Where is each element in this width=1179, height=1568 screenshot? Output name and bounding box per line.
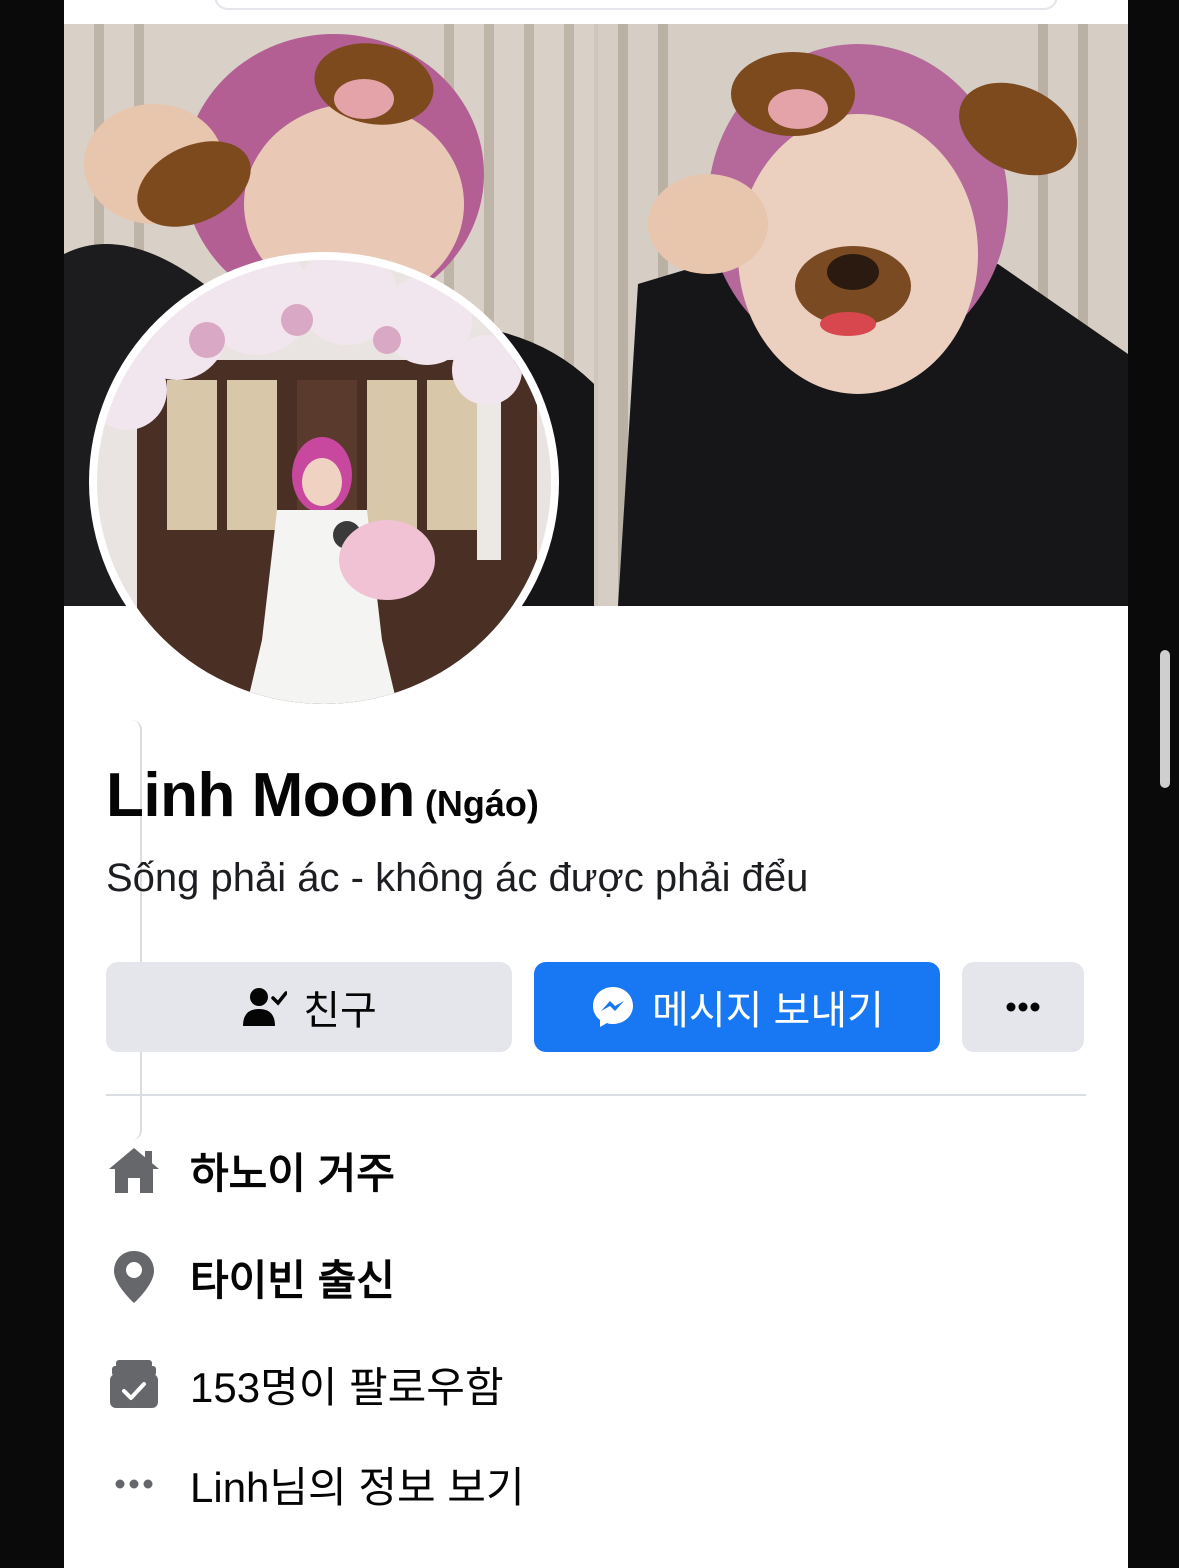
profile-name-row: Linh Moon (Ngáo) [106, 760, 539, 831]
frame-right [1128, 0, 1179, 1568]
send-message-label: 메시지 보내기 [652, 989, 884, 1033]
profile-avatar[interactable] [89, 252, 559, 712]
top-bar [64, 0, 1128, 24]
see-about-info-text[interactable]: Linh님의 정보 보기 [190, 1454, 525, 1515]
location-pin-icon [106, 1249, 162, 1305]
friend-check-icon [241, 984, 288, 1030]
detail-row-about[interactable]: Linh님의 정보 보기 [106, 1454, 525, 1514]
followers-text[interactable]: 153명이 팔로우함 [190, 1354, 504, 1415]
avatar-image [97, 260, 551, 704]
search-bar[interactable] [214, 0, 1058, 10]
friends-button-label: 친구 [303, 989, 377, 1033]
profile-page: Linh Moon (Ngáo) Sống phải ác - không ác … [64, 0, 1128, 1568]
profile-bio: Sống phải ác - không ác được phải đểu [106, 856, 809, 900]
from-text: 타이빈 출신 [190, 1256, 395, 1304]
more-dots-icon [1006, 1002, 1040, 1012]
frame-left [0, 0, 64, 1568]
profile-nickname: (Ngáo) [424, 783, 539, 824]
messenger-icon [590, 984, 636, 1030]
home-icon [106, 1142, 162, 1198]
detail-row-from: 타이빈 출신 [106, 1247, 395, 1307]
scrollbar-thumb[interactable] [1160, 650, 1170, 788]
profile-name: Linh Moon [106, 761, 415, 830]
more-options-button[interactable] [962, 962, 1084, 1052]
detail-row-lives-in: 하노이 거주 [106, 1140, 395, 1200]
cover-photo-right [598, 24, 1128, 606]
followers-icon [106, 1356, 162, 1412]
send-message-button[interactable]: 메시지 보내기 [534, 962, 940, 1052]
friends-button[interactable]: 친구 [106, 962, 512, 1052]
detail-row-followers: 153명이 팔로우함 [106, 1354, 504, 1414]
more-dots-icon [106, 1456, 162, 1512]
lives-in-text: 하노이 거주 [190, 1149, 395, 1197]
section-divider [106, 1094, 1086, 1096]
